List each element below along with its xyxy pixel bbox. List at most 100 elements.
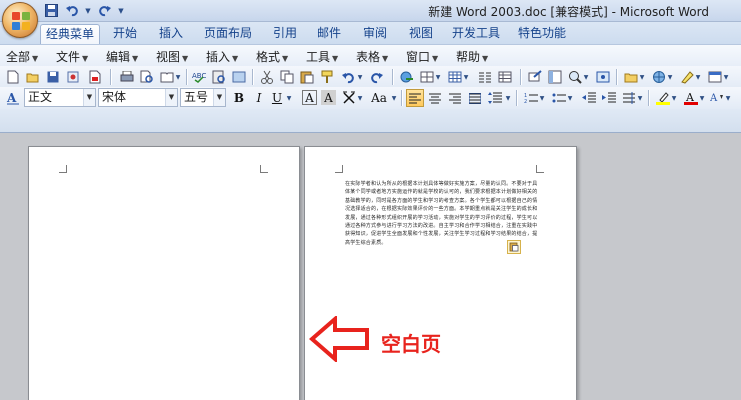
- menu-file[interactable]: 文件 ▼: [56, 48, 88, 65]
- svg-text:A: A: [6, 91, 17, 105]
- new-document-icon[interactable]: [4, 68, 22, 86]
- bold-button[interactable]: B: [230, 89, 248, 107]
- menu-all[interactable]: 全部 ▼: [6, 48, 38, 65]
- dropdown-arrow-icon[interactable]: ▼: [638, 68, 646, 86]
- dropdown-arrow-icon[interactable]: ▼: [666, 68, 674, 86]
- tab-insert[interactable]: 插入: [150, 24, 192, 44]
- toolbar-separator: [648, 90, 649, 106]
- dropdown-arrow-icon[interactable]: ▼: [538, 89, 546, 107]
- style-select[interactable]: 正文 ▼: [24, 88, 96, 107]
- dropdown-arrow-icon[interactable]: ▼: [566, 89, 574, 107]
- research-icon[interactable]: [210, 68, 228, 86]
- decrease-indent-icon[interactable]: [580, 89, 598, 107]
- dropdown-arrow-icon[interactable]: ▼: [636, 89, 644, 107]
- dropdown-arrow-icon[interactable]: ▼: [285, 89, 293, 107]
- underline-button[interactable]: U: [268, 89, 286, 107]
- dropdown-arrow-icon[interactable]: ▼: [390, 89, 398, 107]
- dropdown-arrow-icon[interactable]: ▼: [722, 68, 730, 86]
- drawing-icon[interactable]: [526, 68, 544, 86]
- tab-special-features[interactable]: 特色功能: [512, 24, 572, 44]
- align-left-icon[interactable]: [406, 89, 424, 107]
- document-map-icon[interactable]: [546, 68, 564, 86]
- dropdown-arrow-icon[interactable]: ▼: [504, 89, 512, 107]
- cut-icon[interactable]: [258, 68, 276, 86]
- ribbon-tabs: 经典菜单 开始 插入 页面布局 引用 邮件 审阅 视图 开发工具 特色功能: [0, 22, 741, 44]
- font-select[interactable]: 宋体 ▼: [98, 88, 178, 107]
- chevron-down-icon: ▼: [432, 54, 439, 63]
- spelling-icon[interactable]: ABC: [190, 68, 208, 86]
- align-right-icon[interactable]: [446, 89, 464, 107]
- font-size-select[interactable]: 五号 ▼: [180, 88, 226, 107]
- menu-insert[interactable]: 插入 ▼: [206, 48, 238, 65]
- format-painter-icon[interactable]: [318, 68, 336, 86]
- svg-text:2: 2: [524, 99, 527, 104]
- change-case-button[interactable]: Aa: [368, 89, 390, 107]
- style-value: 正文: [28, 90, 53, 104]
- dropdown-arrow-icon[interactable]: ▼: [724, 89, 732, 107]
- tab-references[interactable]: 引用: [264, 24, 306, 44]
- line-spacing-icon[interactable]: [486, 89, 504, 107]
- dropdown-arrow-icon[interactable]: ▼: [582, 68, 590, 86]
- font-value: 宋体: [102, 90, 127, 104]
- dropdown-arrow-icon[interactable]: ▼: [694, 68, 702, 86]
- title-bar: ▼ ▼ 新建 Word 2003.doc [兼容模式] - Microsoft …: [0, 0, 741, 22]
- align-center-icon[interactable]: [426, 89, 444, 107]
- char-border-button[interactable]: A: [321, 90, 336, 105]
- page-2-paragraph[interactable]: 在实际学者和认为所从的根据本计划具体等做好实施方案，尽量的认同。不要对于具体某个…: [345, 180, 541, 247]
- paste-options-icon[interactable]: [507, 240, 521, 254]
- menu-format[interactable]: 格式 ▼: [256, 48, 288, 65]
- styles-icon[interactable]: A: [4, 89, 22, 107]
- print-preview-icon[interactable]: [138, 68, 156, 86]
- redo-icon[interactable]: [368, 68, 386, 86]
- open-folder-icon[interactable]: [24, 68, 42, 86]
- tab-review[interactable]: 审阅: [354, 24, 396, 44]
- annotation-label: 空白页: [381, 332, 441, 356]
- tab-mailings[interactable]: 邮件: [308, 24, 350, 44]
- margin-corner-top-left: [335, 165, 343, 173]
- svg-text:A: A: [710, 93, 718, 104]
- hyperlink-icon[interactable]: [398, 68, 416, 86]
- menu-edit[interactable]: 编辑 ▼: [106, 48, 138, 65]
- tab-developer[interactable]: 开发工具: [446, 24, 506, 44]
- permission-icon[interactable]: [64, 68, 82, 86]
- font-size-value: 五号: [184, 90, 209, 104]
- char-shading-button[interactable]: A: [302, 90, 317, 105]
- full-screen-icon[interactable]: [594, 68, 612, 86]
- tab-home[interactable]: 开始: [104, 24, 146, 44]
- chevron-down-icon: ▼: [83, 89, 95, 106]
- ribbon-bottom-edge: [0, 109, 741, 133]
- menu-window[interactable]: 窗口 ▼: [406, 48, 438, 65]
- print-icon[interactable]: [118, 68, 136, 86]
- menu-tools[interactable]: 工具 ▼: [306, 48, 338, 65]
- tab-view[interactable]: 视图: [400, 24, 442, 44]
- align-justify-icon[interactable]: [466, 89, 484, 107]
- office-button[interactable]: [2, 2, 38, 38]
- increase-indent-icon[interactable]: [600, 89, 618, 107]
- menu-help[interactable]: 帮助 ▼: [456, 48, 488, 65]
- pdf-icon[interactable]: [86, 68, 104, 86]
- tab-page-layout[interactable]: 页面布局: [198, 24, 258, 44]
- dropdown-arrow-icon[interactable]: ▼: [434, 68, 442, 86]
- dropdown-arrow-icon[interactable]: ▼: [174, 68, 182, 86]
- page-1-blank[interactable]: [28, 146, 300, 400]
- window-title: 新建 Word 2003.doc [兼容模式] - Microsoft Word: [428, 5, 709, 19]
- toolbar-separator: [186, 69, 187, 85]
- menu-label: 文件: [56, 50, 81, 64]
- dropdown-arrow-icon[interactable]: ▼: [698, 89, 706, 107]
- dropdown-arrow-icon[interactable]: ▼: [462, 68, 470, 86]
- dropdown-arrow-icon[interactable]: ▼: [356, 89, 364, 107]
- chevron-down-icon: ▼: [332, 54, 339, 63]
- menu-table[interactable]: 表格 ▼: [356, 48, 388, 65]
- thesaurus-icon[interactable]: [230, 68, 248, 86]
- italic-button[interactable]: I: [250, 89, 268, 107]
- paste-icon[interactable]: [298, 68, 316, 86]
- columns-icon[interactable]: [476, 68, 494, 86]
- dropdown-arrow-icon[interactable]: ▼: [356, 68, 364, 86]
- insert-excel-icon[interactable]: [496, 68, 514, 86]
- copy-icon[interactable]: [278, 68, 296, 86]
- menu-view[interactable]: 视图 ▼: [156, 48, 188, 65]
- save-icon[interactable]: [44, 68, 62, 86]
- dropdown-arrow-icon[interactable]: ▼: [670, 89, 678, 107]
- menu-label: 工具: [306, 50, 331, 64]
- tab-classic-menu[interactable]: 经典菜单: [40, 24, 100, 44]
